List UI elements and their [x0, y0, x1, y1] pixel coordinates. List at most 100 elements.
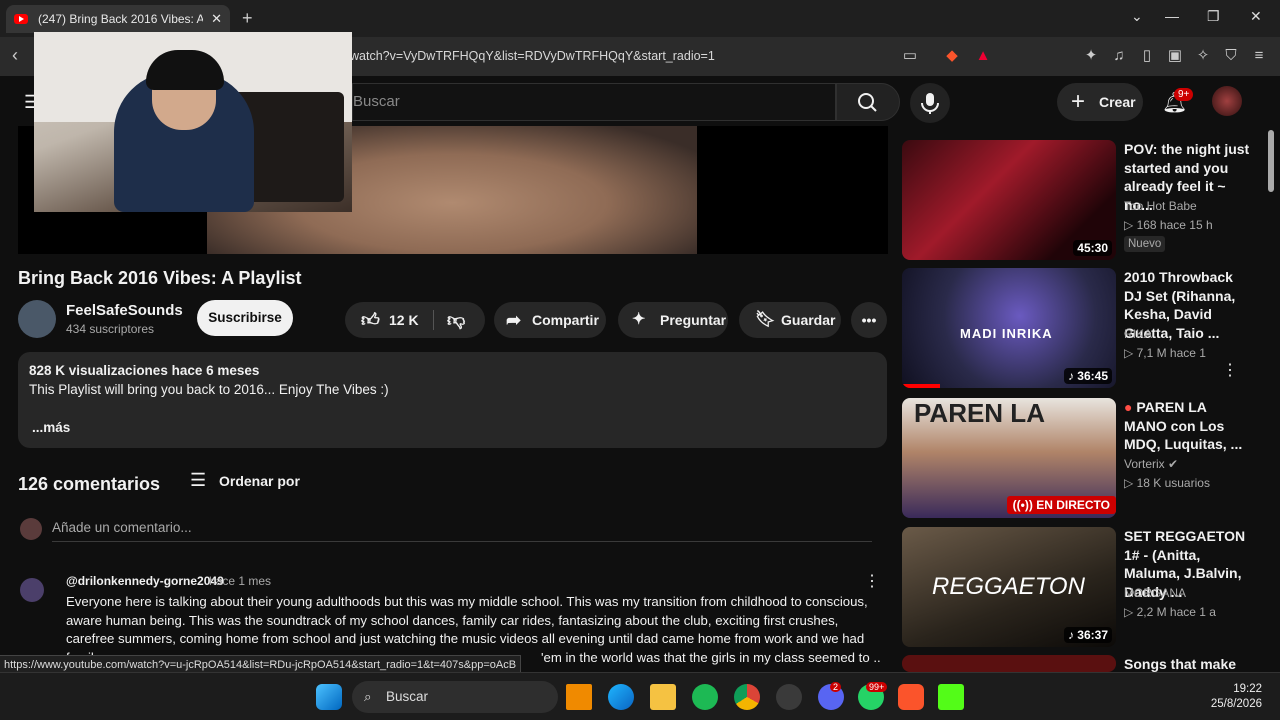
rec-channel[interactable]: RIKA	[1124, 327, 1152, 341]
recommendation-item[interactable]: 45:30 POV: the night just started and yo…	[902, 140, 1262, 260]
thumbs-up-icon[interactable]: 👍︎	[361, 302, 380, 338]
brave-rewards-icon[interactable]: ▲	[974, 47, 992, 65]
browser-tab[interactable]: (247) Bring Back 2016 Vibes: A Pl ✕	[6, 5, 230, 33]
recommendation-item[interactable]: Songs that make	[902, 655, 1262, 672]
sparkle-icon: ✦	[632, 311, 646, 328]
create-button[interactable]: + Crear	[1057, 83, 1143, 121]
rec-stats: ▷ 2,2 M hace 1 a	[1124, 605, 1216, 619]
status-bar-url: https://www.youtube.com/watch?v=u-jcRpOA…	[0, 655, 522, 673]
subscribe-button[interactable]: Suscribirse	[197, 300, 293, 336]
recommendation-item[interactable]: MADI INRIKA ♪ 36:45 2010 Throwback DJ Se…	[902, 268, 1262, 388]
plus-icon: +	[1071, 88, 1086, 115]
ask-label: Preguntar	[660, 312, 727, 328]
comment-input-underline	[52, 541, 872, 542]
thumbnail-text: MADI INRIKA	[960, 326, 1053, 341]
cast-icon[interactable]: ▭	[901, 47, 919, 65]
comment-author-avatar[interactable]	[20, 578, 44, 602]
menu-icon[interactable]: ≡	[1250, 47, 1268, 65]
scrollbar[interactable]	[1266, 128, 1274, 668]
search-icon	[858, 93, 877, 112]
video-thumbnail[interactable]	[902, 655, 1116, 672]
wallet-icon[interactable]: ▣	[1166, 47, 1184, 65]
bookmark-icon: 🔖︎	[755, 311, 776, 328]
extensions-icon[interactable]: ✦	[1082, 47, 1100, 65]
video-title: Bring Back 2016 Vibes: A Playlist	[18, 268, 302, 288]
rec-stats: ▷ 7,1 M hace 1	[1124, 346, 1206, 360]
file-explorer-icon[interactable]	[650, 684, 676, 710]
more-actions-button[interactable]: •••	[851, 302, 887, 338]
video-duration: ♪ 36:37	[1063, 627, 1112, 643]
thumbs-down-icon[interactable]: 👎︎	[447, 302, 465, 338]
webcam-overlay	[34, 32, 352, 212]
search-button[interactable]	[836, 83, 900, 121]
like-count: 12 K	[389, 312, 419, 328]
maximize-button[interactable]: ❐	[1207, 8, 1220, 25]
windows-taskbar	[0, 672, 1280, 720]
comments-count: 126 comentarios	[18, 474, 161, 494]
subscriber-count: 434 suscriptores	[66, 322, 155, 336]
system-clock[interactable]: 19:22 25/8/2026	[1206, 682, 1262, 712]
notification-badge: 9+	[1174, 88, 1194, 101]
new-badge: Nuevo	[1124, 236, 1166, 252]
windows-start-icon[interactable]	[316, 684, 342, 710]
recommendation-item[interactable]: REGGAETON ♪ 36:37 SET REGGAETON 1# - (An…	[902, 527, 1262, 647]
channel-name[interactable]: FeelSafeSounds	[66, 302, 183, 319]
channel-avatar[interactable]	[18, 300, 56, 338]
microphone-icon	[921, 93, 939, 114]
rec-title[interactable]: Songs that make	[1124, 655, 1250, 672]
rec-stats: ▷ 18 K usuarios	[1124, 476, 1210, 490]
scrollbar-thumb[interactable]	[1268, 130, 1274, 192]
leo-icon[interactable]: ✧	[1194, 47, 1212, 65]
clock-date: 25/8/2026	[1210, 698, 1262, 710]
sort-icon[interactable]: ☰	[190, 470, 206, 491]
whatsapp-badge: 99+	[866, 682, 888, 692]
recommendation-item[interactable]: PAREN LA ((•)) EN DIRECTO ● PAREN LA MAN…	[902, 398, 1262, 518]
taskbar-search-label: Buscar	[386, 689, 429, 704]
user-avatar[interactable]	[1212, 86, 1242, 116]
watch-progress	[902, 384, 940, 388]
address-bar[interactable]: watch?v=VyDwTRFHQqY&list=RDVyDwTRFHQqY&s…	[350, 44, 870, 69]
sort-button[interactable]: Ordenar por	[219, 473, 300, 489]
thumbnail-text: REGGAETON	[932, 573, 1085, 600]
view-count-date: 828 K visualizaciones hace 6 meses	[29, 363, 260, 378]
rec-channel[interactable]: Too Hot Babe	[1124, 199, 1197, 213]
kick-icon[interactable]	[938, 684, 964, 710]
chrome-icon[interactable]	[734, 684, 760, 710]
search-icon: ⌕	[364, 689, 372, 704]
taskbar-search[interactable]: ⌕ Buscar	[352, 681, 558, 713]
minimize-button[interactable]: —	[1165, 8, 1179, 24]
media-icon[interactable]: ♫	[1110, 47, 1128, 65]
voice-search-button[interactable]	[910, 83, 950, 123]
comment-author[interactable]: @drilonkennedy-gorne2049	[66, 574, 224, 588]
verified-icon: ✔	[1168, 457, 1179, 471]
comment-menu-icon[interactable]: ⋮	[864, 571, 880, 591]
add-comment-input[interactable]: Añade un comentario...	[52, 520, 192, 535]
rec-title[interactable]: ● PAREN LA MANO con Los MDQ, Luquitas, .…	[1124, 398, 1250, 454]
rec-menu-icon[interactable]: ⋮	[1222, 360, 1238, 380]
comment-time: hace 1 mes	[209, 574, 272, 588]
search-input[interactable]: Buscar	[352, 83, 836, 121]
rec-channel[interactable]: Vorterix ✔	[1124, 457, 1178, 471]
rec-channel[interactable]: MORGANA	[1124, 586, 1186, 600]
vlc-icon[interactable]	[566, 684, 592, 710]
thumbnail-text: PAREN LA	[914, 398, 1045, 428]
new-tab-button[interactable]: +	[242, 8, 253, 29]
like-dislike-group[interactable]: 👍︎ 12 K 👎︎	[345, 302, 485, 338]
share-button[interactable]: ➦ Compartir	[494, 302, 606, 338]
spotify-icon[interactable]	[692, 684, 718, 710]
close-tab-icon[interactable]: ✕	[211, 11, 222, 27]
ask-button[interactable]: ✦ Preguntar	[618, 302, 728, 338]
sidebar-icon[interactable]: ▯	[1138, 47, 1156, 65]
tab-search-icon[interactable]: ⌄	[1131, 8, 1143, 25]
back-button[interactable]: ‹	[12, 45, 18, 66]
brave-icon[interactable]	[898, 684, 924, 710]
close-window-button[interactable]: ✕	[1250, 8, 1262, 25]
vpn-icon[interactable]: ⛉	[1222, 47, 1240, 65]
youtube-favicon-icon	[14, 14, 28, 24]
brave-shield-icon[interactable]: ◆	[943, 47, 961, 65]
save-button[interactable]: 🔖︎ Guardar	[739, 302, 841, 338]
show-more-link[interactable]: ...más	[32, 420, 70, 435]
edge-icon[interactable]	[608, 684, 634, 710]
app-icon[interactable]	[776, 684, 802, 710]
video-duration: ♪ 36:45	[1063, 368, 1112, 384]
